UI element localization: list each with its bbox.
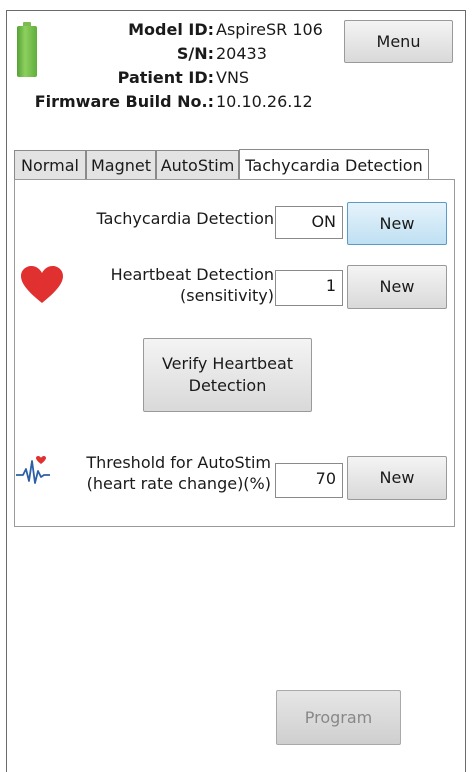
threshold-autostim-label: Threshold for AutoStim (heart rate chang… <box>86 453 271 493</box>
heartbeat-sensitivity-value: 1 <box>275 270 343 306</box>
tachycardia-detection-label: Tachycardia Detection <box>96 209 274 228</box>
serial-number-label: S/N: <box>176 44 214 63</box>
serial-number-value: 20433 <box>216 44 267 63</box>
firmware-label: Firmware Build No.: <box>34 92 214 111</box>
program-button[interactable]: Program <box>276 690 401 745</box>
heartbeat-detection-new-button[interactable]: New <box>347 265 447 309</box>
tachycardia-detection-new-button[interactable]: New <box>347 202 447 245</box>
verify-heartbeat-detection-button[interactable]: Verify Heartbeat Detection <box>143 338 312 412</box>
model-id-label: Model ID: <box>128 20 214 39</box>
heart-icon <box>21 266 63 303</box>
tab-normal[interactable]: Normal <box>14 150 86 179</box>
patient-id-label: Patient ID: <box>117 68 214 87</box>
heart-rate-icon <box>16 456 50 484</box>
firmware-value: 10.10.26.12 <box>216 92 313 111</box>
threshold-autostim-value: 70 <box>275 463 343 498</box>
patient-id-value: VNS <box>216 68 250 87</box>
heartbeat-detection-label: Heartbeat Detection (sensitivity) <box>110 265 274 305</box>
tab-tachycardia-detection[interactable]: Tachycardia Detection <box>239 149 429 180</box>
model-id-value: AspireSR 106 <box>216 20 323 39</box>
menu-button[interactable]: Menu <box>344 20 453 63</box>
tab-autostim[interactable]: AutoStim <box>156 150 239 179</box>
threshold-autostim-new-button[interactable]: New <box>347 456 447 500</box>
tab-magnet[interactable]: Magnet <box>86 150 156 179</box>
tachycardia-detection-value: ON <box>275 206 343 239</box>
